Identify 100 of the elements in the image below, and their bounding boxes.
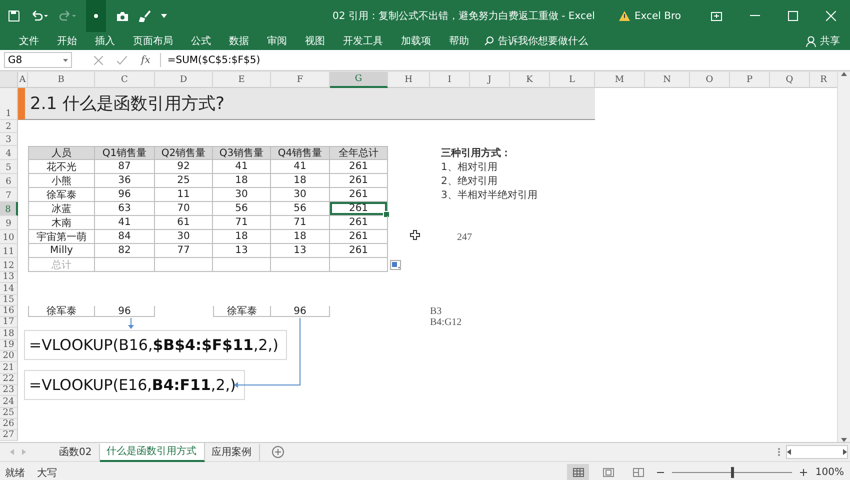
row-heading[interactable]: 11 xyxy=(0,244,18,258)
column-heading[interactable]: R xyxy=(810,72,838,88)
column-heading[interactable]: A xyxy=(18,72,28,88)
column-heading[interactable]: N xyxy=(645,72,690,88)
ribbon-tab[interactable]: 插入 xyxy=(86,34,124,48)
ribbon-display-icon[interactable] xyxy=(711,12,722,20)
person-icon xyxy=(806,36,816,46)
table-cell: 261 xyxy=(330,216,388,230)
table-cell: 261 xyxy=(330,188,388,202)
close-icon[interactable] xyxy=(826,11,836,21)
table-cell xyxy=(95,258,155,272)
vertical-scrollbar[interactable] xyxy=(837,72,850,442)
cell-value: B4:G12 xyxy=(430,317,463,328)
column-heading[interactable]: J xyxy=(470,72,510,88)
ribbon-tab[interactable]: 公式 xyxy=(182,34,220,48)
ribbon-tab[interactable]: 数据 xyxy=(220,34,258,48)
insert-function-button[interactable]: fx xyxy=(141,54,150,66)
ribbon-tab[interactable]: 帮助 xyxy=(440,34,478,48)
row-heading[interactable]: 4 xyxy=(0,146,18,160)
column-heading[interactable]: L xyxy=(550,72,595,88)
grid-icon xyxy=(572,468,584,477)
down-arrow-icon[interactable] xyxy=(841,438,847,442)
column-heading[interactable]: P xyxy=(730,72,770,88)
status-text: 就绪 xyxy=(5,466,25,480)
name-box[interactable]: G8 xyxy=(4,52,72,68)
row-heading[interactable]: 2 xyxy=(0,120,18,133)
touch-mode-button[interactable] xyxy=(86,0,106,32)
row-heading[interactable]: 27 xyxy=(0,430,18,442)
arrow xyxy=(128,318,134,329)
add-sheet-icon[interactable] xyxy=(272,446,284,458)
ribbon-tab[interactable]: 文件 xyxy=(10,34,48,48)
row-heading[interactable]: 3 xyxy=(0,133,18,146)
row-heading[interactable]: 23 xyxy=(0,384,18,396)
table-cell: 70 xyxy=(155,202,213,216)
row-heading[interactable]: 10 xyxy=(0,230,18,244)
row-heading[interactable]: 26 xyxy=(0,418,18,430)
row-heading[interactable]: 19 xyxy=(0,340,18,352)
ribbon-tab[interactable]: 加载项 xyxy=(392,34,440,48)
normal-view-button[interactable] xyxy=(567,464,590,480)
horizontal-scrollbar[interactable] xyxy=(786,445,848,459)
column-heading[interactable]: Q xyxy=(770,72,810,88)
row-heading[interactable]: 8 xyxy=(0,202,18,216)
row-heading[interactable]: 13 xyxy=(0,272,18,284)
row-heading[interactable]: 15 xyxy=(0,294,18,306)
row-heading[interactable]: 20 xyxy=(0,351,18,362)
table-cell: 41 xyxy=(213,160,271,174)
ribbon-tab[interactable]: 审阅 xyxy=(258,34,296,48)
column-heading[interactable]: D xyxy=(155,72,213,88)
zoom-level[interactable]: 100% xyxy=(815,467,844,478)
row-heading[interactable]: 21 xyxy=(0,362,18,374)
zoom-slider-thumb[interactable] xyxy=(730,467,734,478)
up-arrow-icon[interactable] xyxy=(841,72,847,76)
column-heading[interactable]: H xyxy=(388,72,430,88)
table-cell: 261 xyxy=(330,174,388,188)
brush-icon[interactable] xyxy=(139,10,151,22)
column-heading[interactable]: M xyxy=(595,72,645,88)
row-heading[interactable]: 14 xyxy=(0,283,18,295)
row-heading[interactable]: 5 xyxy=(0,160,18,174)
maximize-icon[interactable] xyxy=(788,11,798,21)
right-arrow-icon[interactable] xyxy=(843,449,847,455)
column-heading[interactable]: K xyxy=(510,72,550,88)
row-heading[interactable]: 24 xyxy=(0,396,18,408)
column-heading[interactable]: C xyxy=(95,72,155,88)
paste-options-icon[interactable] xyxy=(390,260,401,270)
row-heading[interactable]: 9 xyxy=(0,216,18,230)
left-arrow-icon[interactable] xyxy=(787,449,791,455)
save-icon[interactable] xyxy=(8,10,20,22)
share-button[interactable]: 共享 xyxy=(820,34,840,48)
ribbon-tab[interactable]: 开发工具 xyxy=(334,34,392,48)
column-heading[interactable]: E xyxy=(213,72,271,88)
tell-me-field[interactable]: 告诉我你想要做什么 xyxy=(498,34,588,48)
dropdown-icon[interactable] xyxy=(161,14,167,18)
row-heading[interactable]: 22 xyxy=(0,374,18,385)
camera-icon[interactable] xyxy=(116,10,129,22)
row-heading[interactable]: 25 xyxy=(0,408,18,419)
account-name[interactable]: Excel Bro xyxy=(634,10,681,22)
minimize-icon[interactable] xyxy=(750,15,760,17)
column-heading[interactable]: F xyxy=(271,72,330,88)
row-heading[interactable]: 6 xyxy=(0,174,18,188)
warning-icon xyxy=(619,11,630,21)
ribbon-tab[interactable]: 页面布局 xyxy=(124,34,182,48)
row-heading[interactable]: 12 xyxy=(0,258,18,272)
table-cell: 宇宙第一萌 xyxy=(28,230,95,244)
dot-icon xyxy=(94,14,98,18)
column-heading[interactable]: B xyxy=(28,72,95,88)
row-heading[interactable]: 18 xyxy=(0,328,18,340)
sheet-tab[interactable]: 什么是函数引用方式 xyxy=(100,442,205,462)
zoom-in-icon[interactable] xyxy=(800,469,808,476)
ribbon-tab[interactable]: 视图 xyxy=(296,34,334,48)
formula-input[interactable]: =SUM($C$5:$F$5) xyxy=(160,53,840,67)
column-heading[interactable]: I xyxy=(430,72,470,88)
row-heading[interactable]: 7 xyxy=(0,188,18,202)
row-heading[interactable]: 1 xyxy=(0,88,18,120)
row-heading[interactable]: 17 xyxy=(0,317,18,328)
row-heading[interactable]: 16 xyxy=(0,306,18,318)
column-heading[interactable]: O xyxy=(690,72,730,88)
undo-icon[interactable] xyxy=(30,10,48,22)
ribbon-tab[interactable]: 开始 xyxy=(48,34,86,48)
table-cell: 18 xyxy=(213,174,271,188)
column-heading[interactable]: G xyxy=(330,72,388,88)
